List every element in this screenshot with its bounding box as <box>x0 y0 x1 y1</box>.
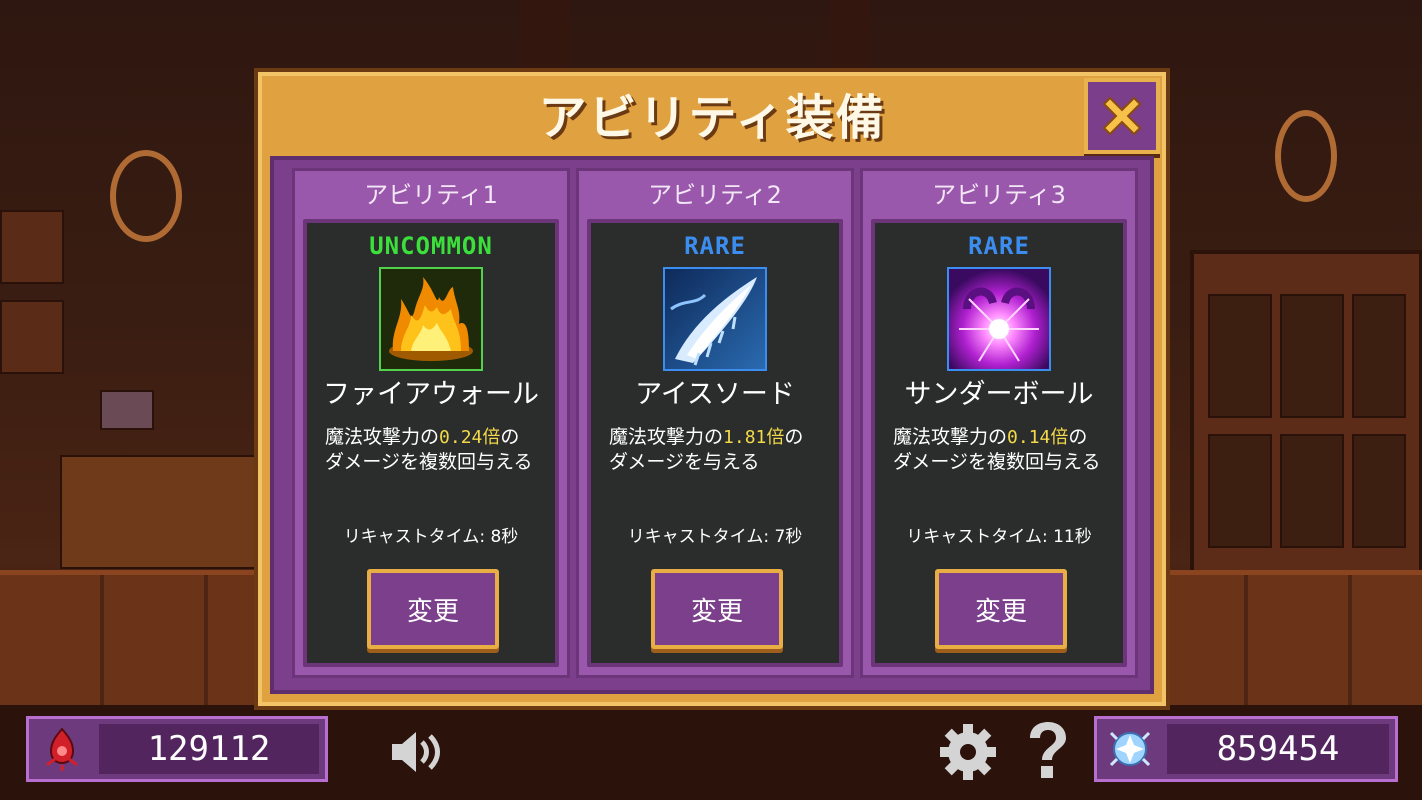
ice-sword-icon <box>663 267 767 371</box>
crystal-orb-icon <box>1105 725 1155 773</box>
ability-description: 魔法攻撃力の0.24倍のダメージを複数回与える <box>325 426 533 473</box>
ability-card: UNCOMMON ファイアウォール 魔法攻撃力の0.24倍のダメージを複数回与え… <box>303 219 559 667</box>
speaker-icon <box>392 732 440 772</box>
sound-toggle-button[interactable] <box>388 724 448 780</box>
soul-count: 129112 <box>99 724 319 774</box>
ability-name: アイスソード <box>635 379 795 410</box>
close-button[interactable] <box>1084 78 1160 154</box>
thunder-ball-icon <box>947 267 1051 371</box>
damage-multiplier: 0.14倍 <box>1007 427 1069 448</box>
change-button[interactable]: 変更 <box>935 569 1067 649</box>
soul-currency-display: 129112 <box>26 716 328 782</box>
ability-slot-3: アビリティ3 RARE サンダーボール 魔法攻撃力の0.14倍のダメージを複数回… <box>860 168 1138 678</box>
close-x-icon <box>1102 96 1142 136</box>
ability-slot-2: アビリティ2 RARE アイスソード 魔法攻撃力の1.81倍のダメージを与える … <box>576 168 854 678</box>
ability-card: RARE アイスソード 魔法攻撃力の1.81倍のダメージを与える リキャストタイ… <box>587 219 843 667</box>
help-button[interactable] <box>1022 720 1072 784</box>
change-button[interactable]: 変更 <box>367 569 499 649</box>
slot-label: アビリティ3 <box>932 181 1066 209</box>
change-button[interactable]: 変更 <box>651 569 783 649</box>
ability-card: RARE サンダーボール 魔法攻撃力の0.14倍のダメージを複数回与える リキャ… <box>871 219 1127 667</box>
ability-description: 魔法攻撃力の1.81倍のダメージを与える <box>609 426 804 473</box>
question-icon <box>1030 722 1066 778</box>
ability-name: ファイアウォール <box>323 379 539 410</box>
slot-label: アビリティ1 <box>364 181 498 209</box>
ability-equip-dialog: アビリティ装備 アビリティ1 UNCOMMON ファイアウォール 魔法攻撃力の0… <box>258 72 1166 706</box>
recast-time: リキャストタイム: 11秒 <box>906 527 1092 547</box>
crystal-count: 859454 <box>1167 724 1389 774</box>
rarity-label: RARE <box>684 232 746 260</box>
ability-description: 魔法攻撃力の0.14倍のダメージを複数回与える <box>893 426 1101 473</box>
slot-label: アビリティ2 <box>648 181 782 209</box>
damage-multiplier: 1.81倍 <box>723 427 785 448</box>
rarity-label: UNCOMMON <box>369 232 493 260</box>
recast-time: リキャストタイム: 8秒 <box>343 527 519 547</box>
ability-name: サンダーボール <box>904 379 1094 410</box>
settings-button[interactable] <box>938 722 998 782</box>
fire-wall-icon <box>379 267 483 371</box>
crystal-currency-display: 859454 <box>1094 716 1398 782</box>
recast-time: リキャストタイム: 7秒 <box>627 527 803 547</box>
gear-icon <box>940 724 996 780</box>
ability-slot-1: アビリティ1 UNCOMMON ファイアウォール 魔法攻撃力の0.24倍のダメー… <box>292 168 570 678</box>
damage-multiplier: 0.24倍 <box>439 427 501 448</box>
dialog-title: アビリティ装備 <box>538 90 886 146</box>
rarity-label: RARE <box>968 232 1030 260</box>
red-soul-icon <box>37 725 87 773</box>
